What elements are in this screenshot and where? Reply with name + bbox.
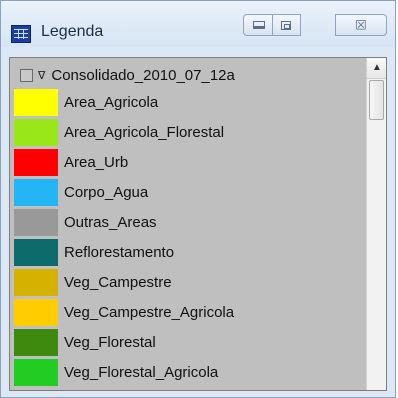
legend-item[interactable]: Corpo_Agua: [14, 178, 374, 207]
legend-item-label: Area_Urb: [64, 154, 129, 171]
legend-item[interactable]: Reflorestamento: [14, 238, 374, 267]
legend-item[interactable]: Veg_Florestal: [14, 328, 374, 357]
legend-item[interactable]: Area_Agricola_Florestal: [14, 118, 374, 147]
legend-item-label: Veg_Florestal: [64, 334, 156, 351]
legend-panel: ∇ Consolidado_2010_07_12a Area_Agricola A…: [9, 57, 387, 391]
legend-color-swatch: [14, 269, 58, 296]
maximize-button[interactable]: [273, 14, 301, 36]
minimize-icon: [253, 21, 265, 29]
window-title: Legenda: [41, 23, 104, 40]
close-icon: ☒: [355, 17, 367, 33]
title-bar[interactable]: Legenda ☒: [1, 1, 395, 47]
legend-item[interactable]: Veg_Campestre_Agricola: [14, 298, 374, 327]
legend-item-label: Veg_Campestre: [64, 274, 172, 291]
legend-item-label: Veg_Campestre_Agricola: [64, 304, 235, 321]
map-legend-icon: [11, 25, 31, 43]
maximize-icon: [281, 21, 291, 30]
legend-color-swatch: [14, 89, 58, 116]
legend-color-swatch: [14, 299, 58, 326]
legend-item-label: Outras_Areas: [64, 214, 157, 231]
legend-color-swatch: [14, 179, 58, 206]
legend-item-label: Reflorestamento: [64, 244, 175, 261]
legend-window: Legenda ☒ ∇ Consolidado_2010_07_12a Area…: [0, 0, 396, 398]
tree-root-layer[interactable]: ∇ Consolidado_2010_07_12a: [20, 66, 235, 84]
layer-visibility-checkbox[interactable]: [20, 68, 33, 82]
layer-name: Consolidado_2010_07_12a: [51, 66, 235, 84]
legend-color-swatch: [14, 149, 58, 176]
legend-item-label: Veg_Florestal_Agricola: [64, 364, 219, 381]
legend-color-swatch: [14, 359, 58, 386]
legend-item-label: Area_Agricola_Florestal: [64, 124, 225, 141]
legend-color-swatch: [14, 329, 58, 356]
window-controls: ☒: [243, 14, 387, 36]
legend-color-swatch: [14, 239, 58, 266]
legend-item[interactable]: Veg_Campestre: [14, 268, 374, 297]
minimize-button[interactable]: [243, 14, 273, 36]
scroll-up-button[interactable]: ▲: [367, 58, 386, 79]
legend-item[interactable]: Area_Urb: [14, 148, 374, 177]
collapse-icon[interactable]: ∇: [38, 69, 45, 82]
legend-item[interactable]: Outras_Areas: [14, 208, 374, 237]
vertical-scrollbar[interactable]: ▲: [366, 58, 386, 390]
legend-color-swatch: [14, 209, 58, 236]
legend-item-label: Area_Agricola: [64, 94, 159, 111]
legend-color-swatch: [14, 119, 58, 146]
legend-item[interactable]: Veg_Florestal_Agricola: [14, 358, 374, 387]
scroll-thumb[interactable]: [369, 80, 384, 120]
close-button[interactable]: ☒: [335, 14, 387, 36]
legend-item-label: Corpo_Agua: [64, 184, 149, 201]
legend-item[interactable]: Area_Agricola: [14, 88, 374, 117]
